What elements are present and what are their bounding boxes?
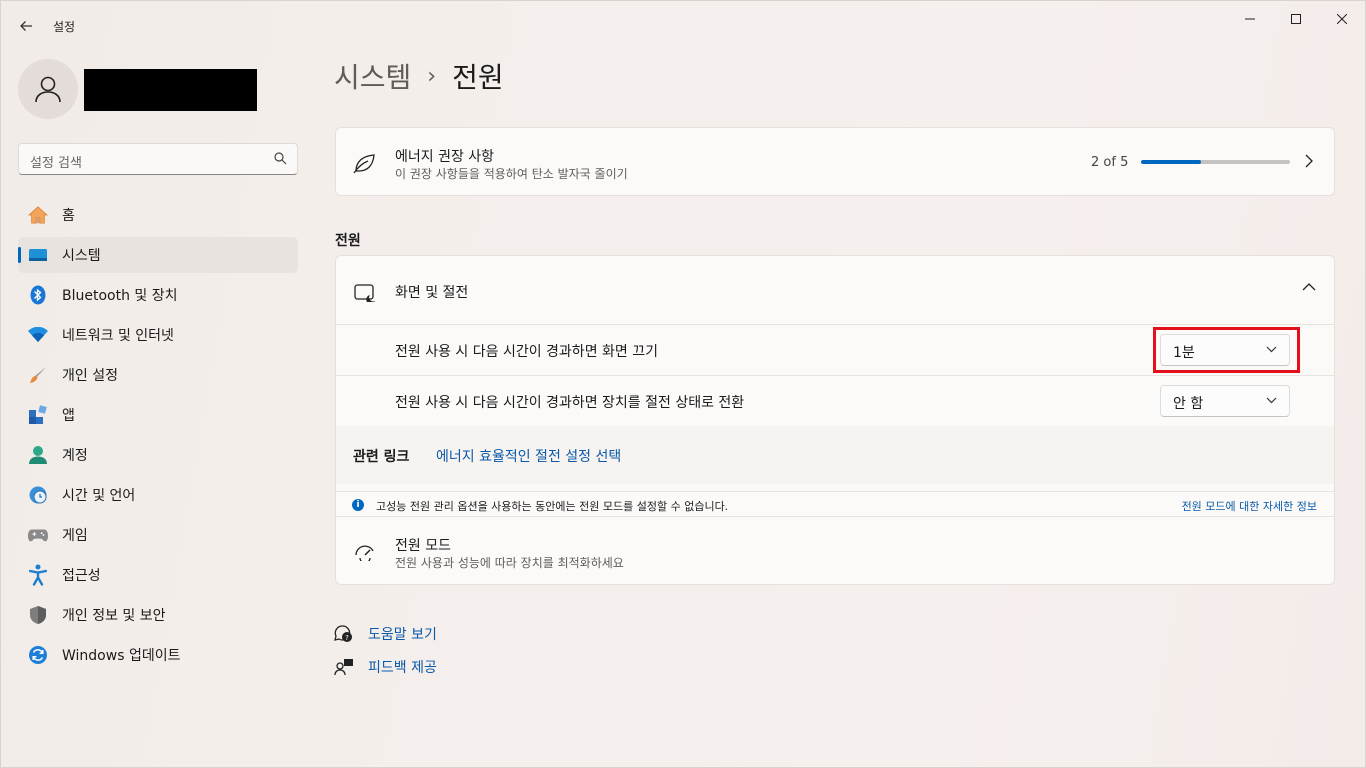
user-icon	[35, 76, 61, 103]
sidebar-item-label: 앱	[62, 408, 75, 424]
recommendation-subtitle: 이 권장 사항들을 적용하여 탄소 발자국 줄이기	[395, 167, 628, 181]
clock-globe-icon	[28, 485, 48, 505]
sidebar-item-label: 시스템	[62, 248, 101, 264]
minimize-icon	[1245, 18, 1255, 20]
sidebar-item-privacy[interactable]: 개인 정보 및 보안	[18, 597, 298, 633]
power-settings-card: 화면 및 절전 전원 사용 시 다음 시간이 경과하면 화면 끄기 1분 전원 …	[335, 255, 1335, 585]
search-box[interactable]: 설정 검색	[18, 143, 298, 175]
search-input[interactable]: 설정 검색	[30, 152, 82, 171]
breadcrumb-separator: ›	[427, 63, 437, 89]
sidebar-item-accessibility[interactable]: 접근성	[18, 557, 298, 593]
sidebar-item-label: Bluetooth 및 장치	[62, 288, 178, 304]
related-links-label: 관련 링크	[353, 449, 410, 465]
svg-text:?: ?	[345, 634, 349, 642]
sidebar-item-accounts[interactable]: 계정	[18, 437, 298, 473]
breadcrumb-parent[interactable]: 시스템	[334, 56, 411, 96]
close-button[interactable]	[1319, 5, 1365, 33]
sidebar-item-label: 게임	[62, 528, 88, 544]
apps-icon	[28, 405, 48, 425]
accessibility-icon	[28, 564, 48, 586]
sidebar-item-windows-update[interactable]: Windows 업데이트	[18, 637, 298, 673]
sidebar-item-label: 개인 정보 및 보안	[62, 608, 166, 624]
minimize-button[interactable]	[1227, 5, 1273, 33]
sleep-dropdown[interactable]: 안 함	[1160, 385, 1290, 417]
sidebar-item-network[interactable]: 네트워크 및 인터넷	[18, 317, 298, 353]
app-title: 설정	[53, 20, 76, 34]
title-bar: 설정	[1, 1, 1366, 49]
back-arrow-icon	[20, 21, 32, 31]
sidebar-item-label: Windows 업데이트	[62, 648, 181, 664]
screen-sleep-header[interactable]: 화면 및 절전	[336, 256, 1334, 324]
chevron-right-icon	[1305, 154, 1313, 168]
sidebar-item-bluetooth[interactable]: Bluetooth 및 장치	[18, 277, 298, 313]
info-bar: i 고성능 전원 관리 옵션을 사용하는 동안에는 전원 모드를 설정할 수 없…	[336, 491, 1334, 517]
sidebar-nav: 홈 시스템 Bluetooth 및 장치 네트워크 및 인터넷 개인 설정 앱 …	[18, 197, 298, 677]
sidebar-item-label: 네트워크 및 인터넷	[62, 328, 174, 344]
power-mode-info-link[interactable]: 전원 모드에 대한 자세한 정보	[1182, 498, 1317, 514]
sidebar-item-label: 계정	[62, 448, 88, 464]
power-mode-title: 전원 모드	[395, 538, 451, 554]
help-links: ? 도움말 보기 피드백 제공	[334, 617, 437, 683]
highlight-annotation	[1153, 327, 1300, 373]
page-title: 전원	[452, 61, 504, 94]
close-icon	[1337, 14, 1347, 24]
related-links: 관련 링크 에너지 효율적인 절전 설정 선택	[336, 426, 1334, 484]
sleep-row: 전원 사용 시 다음 시간이 경과하면 장치를 절전 상태로 전환 안 함	[336, 376, 1334, 426]
sidebar-item-label: 홈	[62, 208, 75, 224]
energy-recommendations-card[interactable]: 에너지 권장 사항 이 권장 사항들을 적용하여 탄소 발자국 줄이기 2 of…	[335, 127, 1335, 196]
get-help-label: 도움말 보기	[368, 626, 437, 643]
chevron-up-icon	[1302, 283, 1316, 291]
breadcrumb: 시스템 › 전원	[334, 56, 504, 96]
leaf-icon	[353, 154, 375, 174]
sidebar-item-time-language[interactable]: 시간 및 언어	[18, 477, 298, 513]
feedback-label: 피드백 제공	[368, 659, 437, 676]
update-icon	[28, 645, 48, 665]
system-icon	[28, 245, 48, 265]
feedback-link[interactable]: 피드백 제공	[334, 650, 437, 683]
back-button[interactable]	[13, 13, 39, 39]
sidebar-item-home[interactable]: 홈	[18, 197, 298, 233]
sidebar-item-personalization[interactable]: 개인 설정	[18, 357, 298, 393]
account-icon	[28, 445, 48, 465]
sidebar-item-gaming[interactable]: 게임	[18, 517, 298, 553]
sidebar-item-label: 개인 설정	[62, 368, 118, 384]
sleep-value: 안 함	[1173, 396, 1204, 412]
avatar[interactable]	[18, 59, 78, 119]
energy-efficient-sleep-link[interactable]: 에너지 효율적인 절전 설정 선택	[436, 446, 621, 466]
recommendation-progress-bar	[1141, 160, 1290, 164]
help-chat-icon: ?	[334, 624, 354, 644]
gamepad-icon	[28, 525, 48, 545]
power-mode-subtitle: 전원 사용과 성능에 따라 장치를 최적화하세요	[395, 556, 624, 570]
sidebar-item-system[interactable]: 시스템	[18, 237, 298, 273]
maximize-button[interactable]	[1273, 5, 1319, 33]
recommendation-progress-text: 2 of 5	[1091, 155, 1129, 170]
redacted-username	[84, 69, 257, 111]
info-text: 고성능 전원 관리 옵션을 사용하는 동안에는 전원 모드를 설정할 수 없습니…	[376, 500, 729, 513]
search-icon	[274, 152, 287, 165]
brush-icon	[28, 365, 48, 385]
screen-sleep-icon	[354, 284, 375, 302]
feedback-icon	[334, 657, 354, 677]
settings-window: 설정 설정 검색 홈 시스템 Bluetooth 및 장치 네트워크 및 인터넷…	[0, 0, 1366, 768]
home-icon	[28, 205, 48, 225]
chevron-down-icon	[1266, 397, 1277, 404]
bluetooth-icon	[28, 285, 48, 305]
power-mode-gauge-icon	[355, 545, 374, 561]
get-help-link[interactable]: ? 도움말 보기	[334, 617, 437, 650]
info-icon: i	[352, 499, 364, 511]
wifi-icon	[28, 325, 48, 345]
sidebar-item-label: 시간 및 언어	[62, 488, 136, 504]
sidebar-item-label: 접근성	[62, 568, 101, 584]
screen-off-label: 전원 사용 시 다음 시간이 경과하면 화면 끄기	[395, 344, 658, 360]
section-title-power: 전원	[335, 233, 361, 249]
sidebar-item-apps[interactable]: 앱	[18, 397, 298, 433]
screen-sleep-header-label: 화면 및 절전	[395, 285, 469, 301]
shield-icon	[28, 605, 48, 625]
power-mode-row: 전원 모드 전원 사용과 성능에 따라 장치를 최적화하세요	[336, 517, 1334, 584]
recommendation-title: 에너지 권장 사항	[395, 149, 495, 165]
maximize-icon	[1291, 14, 1301, 24]
sleep-label: 전원 사용 시 다음 시간이 경과하면 장치를 절전 상태로 전환	[395, 395, 745, 411]
recommendation-progress-fill	[1141, 160, 1201, 164]
